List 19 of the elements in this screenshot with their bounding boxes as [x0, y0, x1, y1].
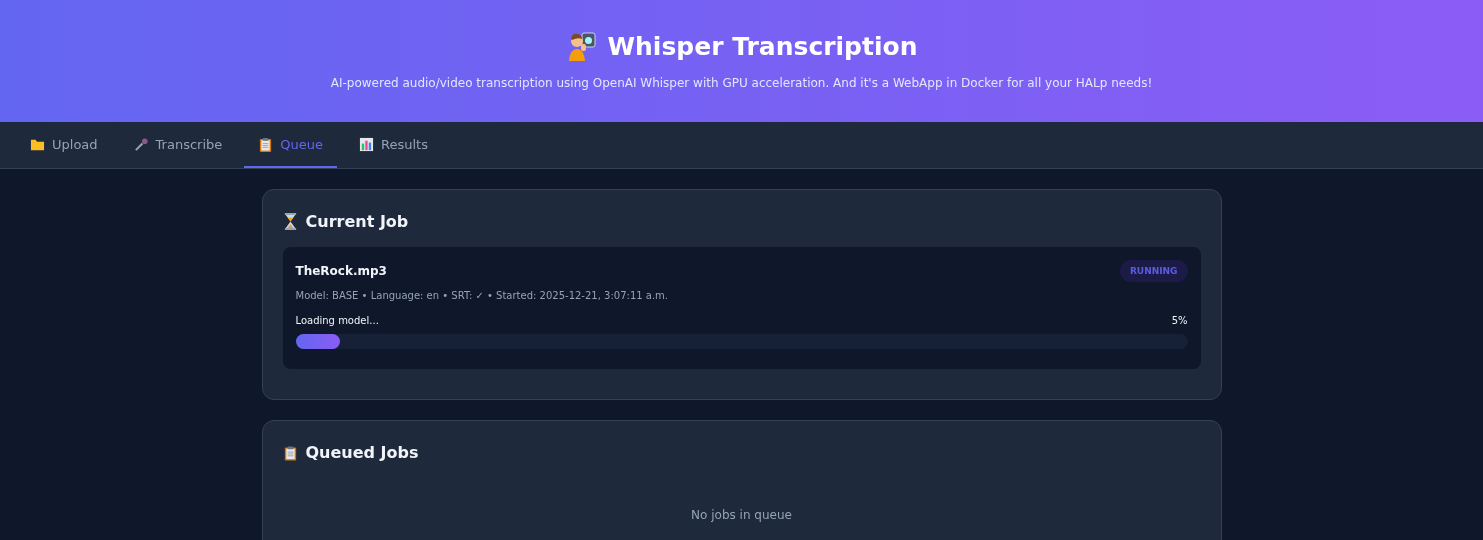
app-title: Whisper Transcription — [607, 31, 918, 61]
status-badge: RUNNING — [1119, 260, 1188, 282]
app-subtitle: AI-powered audio/video transcription using OpenAI Whisper with GPU acceleration. And it's a WebApp in Docker for all your HALp needs! — [329, 76, 1154, 90]
clipboard-icon — [258, 136, 274, 152]
tab[interactable]: Upload — [16, 122, 112, 168]
progress-stage: Loading model... — [295, 315, 379, 326]
tab[interactable]: Queue — [244, 122, 337, 168]
job-details: Model: BASE • Language: en • SRT: ✓ • Started: 2025-12-21, 3:07:11 a.m. — [295, 290, 669, 301]
tab[interactable]: Results — [345, 122, 442, 168]
card-title: Queued Jobs — [305, 443, 419, 462]
tab[interactable]: Transcribe — [119, 122, 237, 168]
card-title: Current Job — [305, 212, 409, 231]
empty-queue-message: No jobs in queue — [690, 508, 793, 522]
clipboard-icon — [282, 444, 298, 461]
progress-percent: 5% — [1171, 315, 1188, 326]
job-file-name: TheRock.mp3 — [295, 264, 387, 278]
microphone-icon — [133, 136, 149, 152]
hourglass-icon — [282, 213, 298, 230]
bar-chart-icon — [359, 136, 374, 152]
